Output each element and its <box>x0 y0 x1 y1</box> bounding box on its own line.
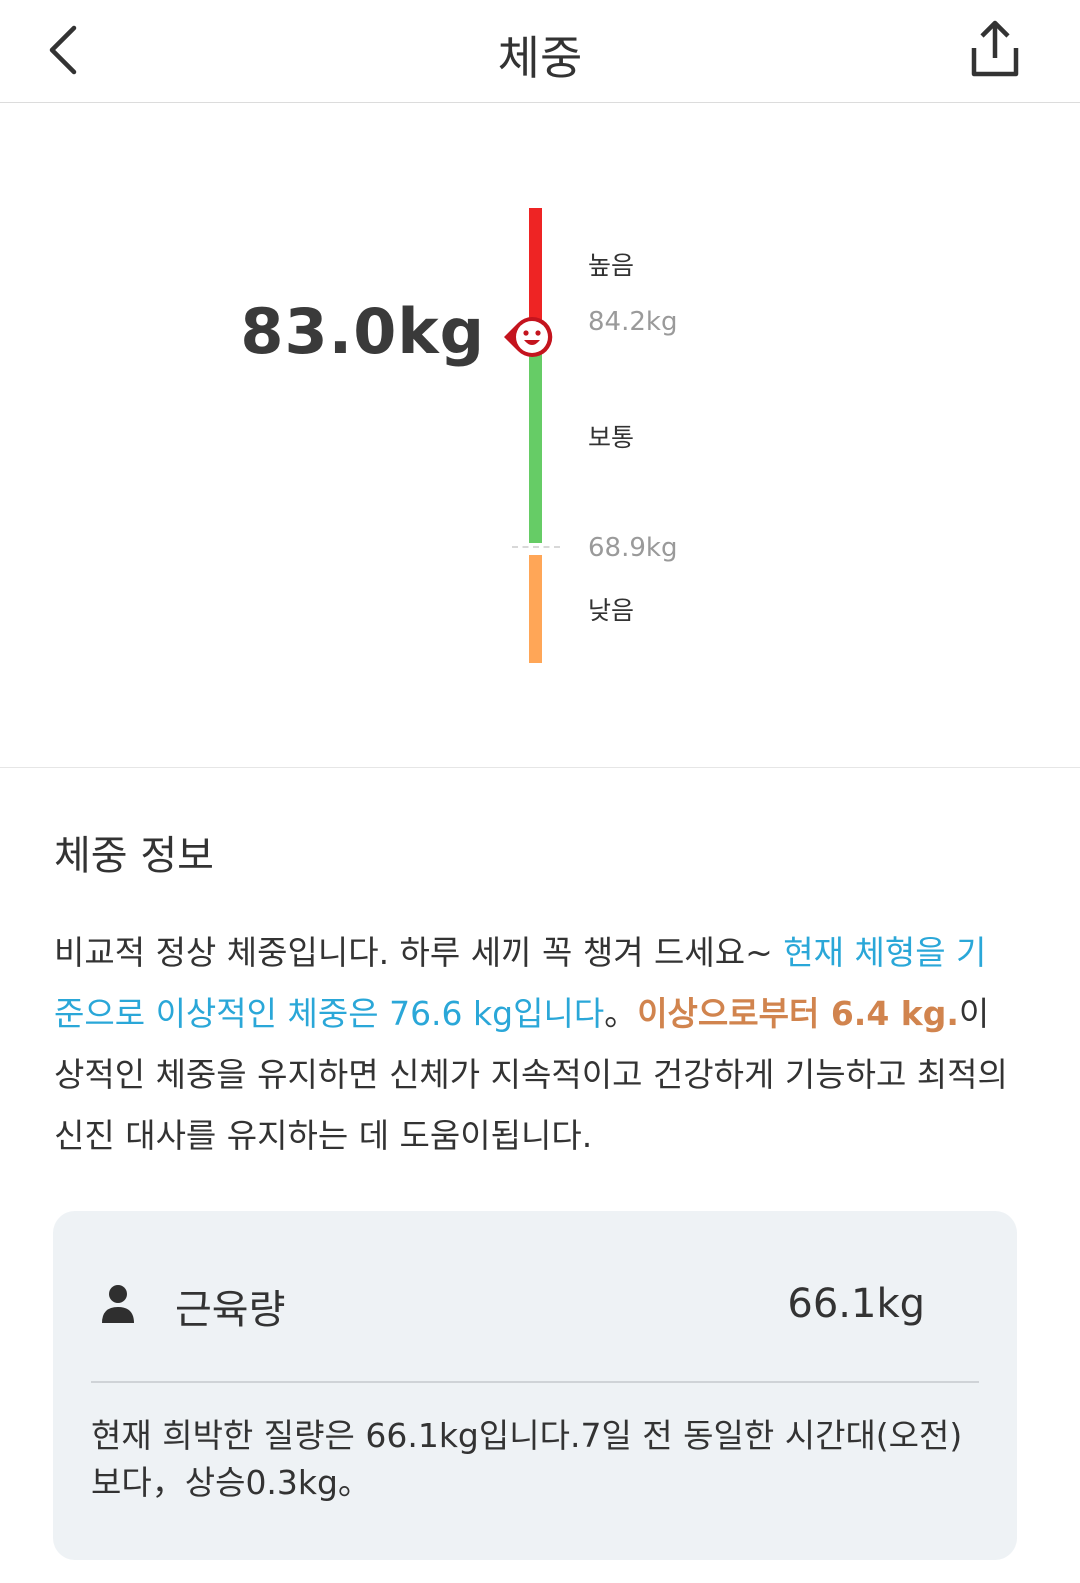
zone-label-normal: 보통 <box>588 423 635 452</box>
muscle-mass-label: 근육량 <box>175 1287 286 1333</box>
weight-difference-text: 이상으로부터 6.4 kg. <box>637 994 959 1033</box>
gauge-segment-normal <box>529 336 542 543</box>
muscle-mass-description: 현재 희박한 질량은 66.1kg입니다.7일 전 동일한 시간대(오전)보다，… <box>91 1416 963 1502</box>
lower-threshold-label: 68.9kg <box>588 533 678 563</box>
zone-label-low: 낮음 <box>588 596 635 625</box>
info-text-separator: 。 <box>604 994 638 1033</box>
current-weight-value: 83.0kg <box>240 295 485 368</box>
person-icon <box>102 1285 134 1323</box>
info-text-intro: 비교적 정상 체중입니다. 하루 세끼 꼭 챙겨 드세요~ <box>54 933 784 972</box>
zone-label-high: 높음 <box>588 251 635 280</box>
page-title: 체중 <box>497 31 583 85</box>
weight-info-title: 체중 정보 <box>54 833 214 879</box>
share-button[interactable] <box>964 18 1026 82</box>
lower-threshold-line <box>512 546 560 548</box>
card-divider <box>91 1381 979 1383</box>
gauge-segment-low <box>529 555 542 663</box>
smiley-marker-icon <box>504 317 553 357</box>
current-position-marker <box>500 312 556 362</box>
muscle-mass-value: 66.1kg <box>787 1281 925 1327</box>
muscle-mass-card: 근육량 66.1kg 현재 희박한 질량은 66.1kg입니다.7일 전 동일한… <box>53 1211 1017 1560</box>
share-icon <box>971 20 1019 77</box>
weight-gauge: 83.0kg 높음 84.2kg 보통 68.9kg 낮음 <box>0 103 1080 768</box>
top-bar: 체중 <box>0 0 1080 103</box>
upper-threshold-label: 84.2kg <box>588 307 678 337</box>
weight-info-text: 비교적 정상 체중입니다. 하루 세끼 꼭 챙겨 드세요~ 현재 체형을 기준으… <box>54 922 1014 1166</box>
